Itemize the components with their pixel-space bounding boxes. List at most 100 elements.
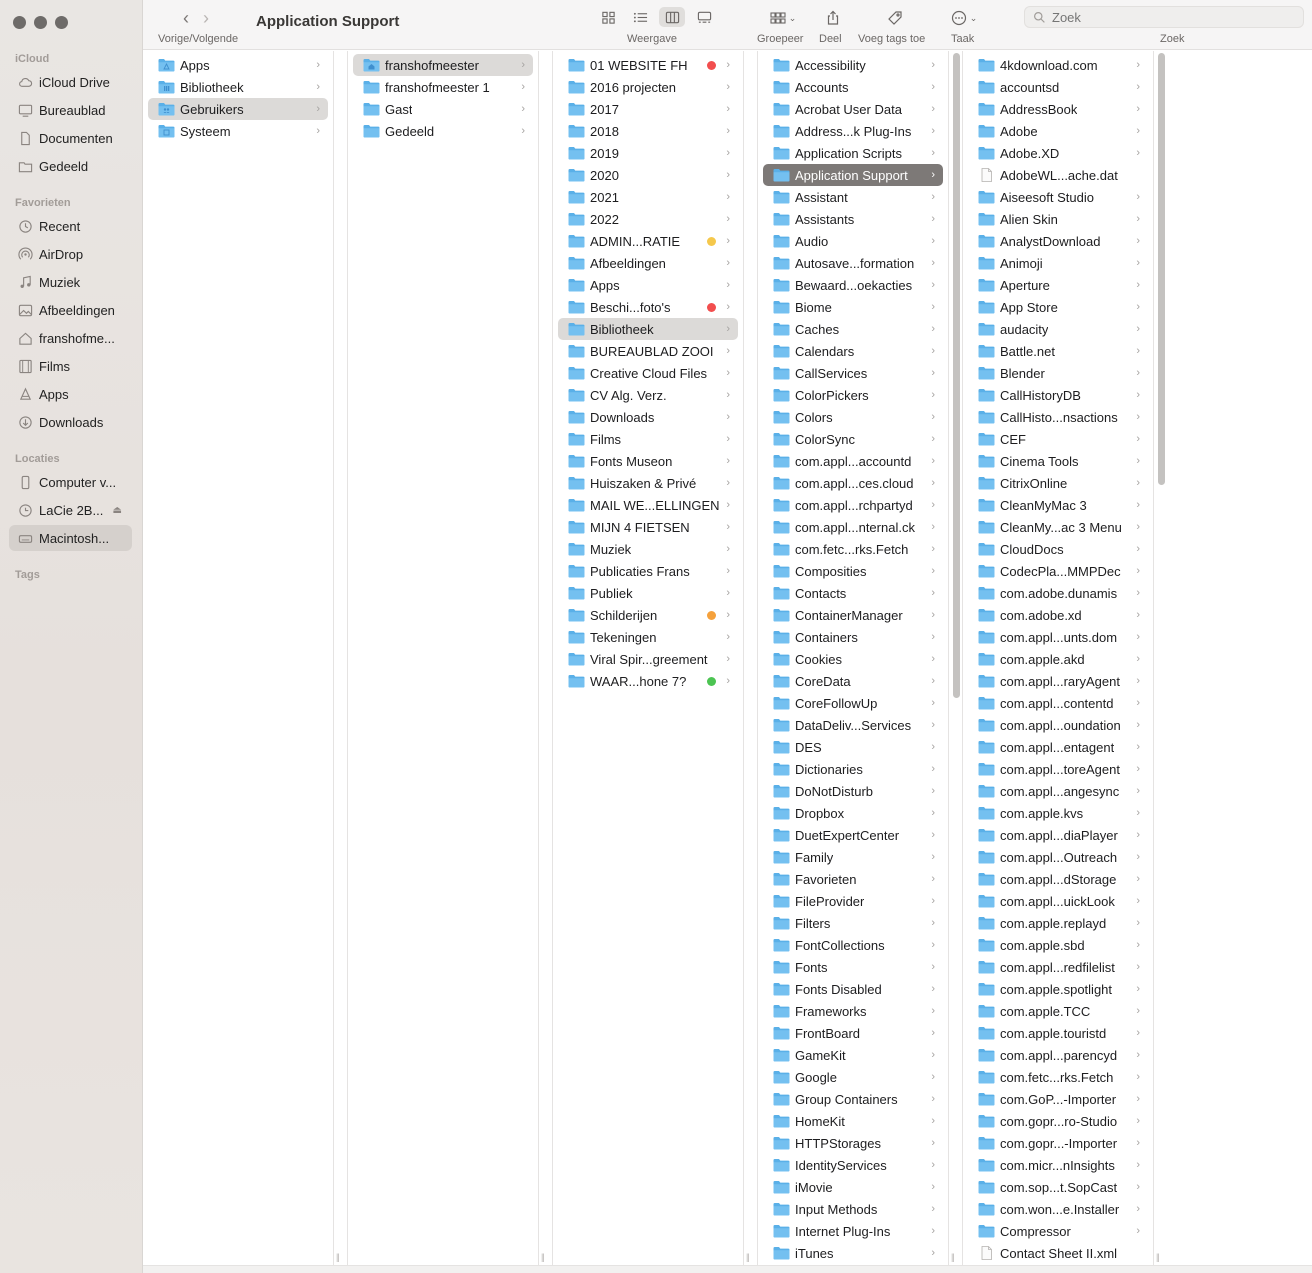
folder-item[interactable]: Assistant › [763, 186, 943, 208]
folder-item[interactable]: 2016 projecten › [558, 76, 738, 98]
folder-item[interactable]: com.apple.touristd › [968, 1022, 1148, 1044]
folder-item[interactable]: CallHistoryDB › [968, 384, 1148, 406]
folder-item[interactable]: com.appl...angesync › [968, 780, 1148, 802]
folder-item[interactable]: CleanMyMac 3 › [968, 494, 1148, 516]
folder-item[interactable]: Calendars › [763, 340, 943, 362]
folder-item[interactable]: Films › [558, 428, 738, 450]
folder-item[interactable]: iMovie › [763, 1176, 943, 1198]
folder-item[interactable]: Family › [763, 846, 943, 868]
icon-view-button[interactable] [595, 7, 621, 27]
folder-item[interactable]: 2019 › [558, 142, 738, 164]
folder-item[interactable]: Audio › [763, 230, 943, 252]
folder-item[interactable]: Apps › [148, 54, 328, 76]
folder-item[interactable]: Aiseesoft Studio › [968, 186, 1148, 208]
folder-item[interactable]: audacity › [968, 318, 1148, 340]
folder-item[interactable]: com.appl...diaPlayer › [968, 824, 1148, 846]
sidebar-item[interactable]: Apps [9, 381, 132, 407]
folder-item[interactable]: com.appl...contentd › [968, 692, 1148, 714]
folder-item[interactable]: Application Support › [763, 164, 943, 186]
folder-item[interactable]: Group Containers › [763, 1088, 943, 1110]
folder-item[interactable]: Creative Cloud Files › [558, 362, 738, 384]
sidebar-item[interactable]: iCloud Drive [9, 69, 132, 95]
scrollbar-application-support[interactable] [1158, 53, 1165, 485]
folder-item[interactable]: Afbeeldingen › [558, 252, 738, 274]
folder-item[interactable]: Google › [763, 1066, 943, 1088]
folder-item[interactable]: com.sop...t.SopCast › [968, 1176, 1148, 1198]
folder-item[interactable]: Battle.net › [968, 340, 1148, 362]
folder-item[interactable]: com.apple.spotlight › [968, 978, 1148, 1000]
folder-item[interactable]: CoreFollowUp › [763, 692, 943, 714]
folder-item[interactable]: Fonts › [763, 956, 943, 978]
folder-item[interactable]: Blender › [968, 362, 1148, 384]
folder-item[interactable]: FileProvider › [763, 890, 943, 912]
folder-item[interactable]: AddressBook › [968, 98, 1148, 120]
folder-item[interactable]: com.apple.akd › [968, 648, 1148, 670]
sidebar-item[interactable]: Recent [9, 213, 132, 239]
folder-item[interactable]: Accessibility › [763, 54, 943, 76]
folder-item[interactable]: Bibliotheek › [148, 76, 328, 98]
folder-item[interactable]: 2018 › [558, 120, 738, 142]
folder-item[interactable]: com.apple.kvs › [968, 802, 1148, 824]
folder-item[interactable]: CodecPla...MMPDec › [968, 560, 1148, 582]
sidebar-item[interactable]: AirDrop [9, 241, 132, 267]
list-view-button[interactable] [627, 7, 653, 27]
folder-item[interactable]: Input Methods › [763, 1198, 943, 1220]
folder-item[interactable]: DES › [763, 736, 943, 758]
horizontal-scrollbar[interactable] [143, 1265, 1312, 1273]
eject-icon[interactable]: ⏏ [113, 505, 122, 516]
folder-item[interactable]: Adobe › [968, 120, 1148, 142]
folder-item[interactable]: DoNotDisturb › [763, 780, 943, 802]
folder-item[interactable]: com.appl...ces.cloud › [763, 472, 943, 494]
folder-item[interactable]: Accounts › [763, 76, 943, 98]
folder-item[interactable]: com.GoP...-Importer › [968, 1088, 1148, 1110]
folder-item[interactable]: com.appl...oundation › [968, 714, 1148, 736]
folder-item[interactable]: HTTPStorages › [763, 1132, 943, 1154]
folder-item[interactable]: Acrobat User Data › [763, 98, 943, 120]
folder-item[interactable]: Bewaard...oekacties › [763, 274, 943, 296]
folder-item[interactable]: 2020 › [558, 164, 738, 186]
scrollbar-library[interactable] [953, 53, 960, 698]
folder-item[interactable]: com.appl...nternal.ck › [763, 516, 943, 538]
folder-item[interactable]: Composities › [763, 560, 943, 582]
minimize-button[interactable] [34, 16, 47, 29]
tag-button[interactable] [885, 7, 905, 29]
folder-item[interactable]: 2022 › [558, 208, 738, 230]
folder-item[interactable]: com.appl...Outreach › [968, 846, 1148, 868]
sidebar-item[interactable]: Bureaublad [9, 97, 132, 123]
folder-item[interactable]: com.appl...raryAgent › [968, 670, 1148, 692]
folder-item[interactable]: CallServices › [763, 362, 943, 384]
folder-item[interactable]: com.appl...uickLook › [968, 890, 1148, 912]
folder-item[interactable]: CloudDocs › [968, 538, 1148, 560]
folder-item[interactable]: Filters › [763, 912, 943, 934]
folder-item[interactable]: franshofmeester › [353, 54, 533, 76]
folder-item[interactable]: com.adobe.xd › [968, 604, 1148, 626]
folder-item[interactable]: BUREAUBLAD ZOOI › [558, 340, 738, 362]
folder-item[interactable]: com.fetc...rks.Fetch › [763, 538, 943, 560]
folder-item[interactable]: Aperture › [968, 274, 1148, 296]
folder-item[interactable]: Bibliotheek › [558, 318, 738, 340]
folder-item[interactable]: Beschi...foto's › [558, 296, 738, 318]
sidebar-section-title[interactable]: iCloud [15, 53, 49, 65]
folder-item[interactable]: CEF › [968, 428, 1148, 450]
sidebar-item[interactable]: Gedeeld [9, 153, 132, 179]
folder-item[interactable]: HomeKit › [763, 1110, 943, 1132]
sidebar-item[interactable]: Muziek [9, 269, 132, 295]
folder-item[interactable]: franshofmeester 1 › [353, 76, 533, 98]
folder-item[interactable]: Muziek › [558, 538, 738, 560]
folder-item[interactable]: Assistants › [763, 208, 943, 230]
folder-item[interactable]: com.appl...accountd › [763, 450, 943, 472]
share-button[interactable] [823, 7, 843, 29]
gallery-view-button[interactable] [691, 7, 717, 27]
folder-item[interactable]: DataDeliv...Services › [763, 714, 943, 736]
folder-item[interactable]: CleanMy...ac 3 Menu › [968, 516, 1148, 538]
folder-item[interactable]: Viral Spir...greement › [558, 648, 738, 670]
folder-item[interactable]: Adobe.XD › [968, 142, 1148, 164]
folder-item[interactable]: Huiszaken & Privé › [558, 472, 738, 494]
folder-item[interactable]: ContainerManager › [763, 604, 943, 626]
folder-item[interactable]: accountsd › [968, 76, 1148, 98]
folder-item[interactable]: Cinema Tools › [968, 450, 1148, 472]
sidebar-item[interactable]: Afbeeldingen [9, 297, 132, 323]
close-button[interactable] [13, 16, 26, 29]
folder-item[interactable]: App Store › [968, 296, 1148, 318]
folder-item[interactable]: com.appl...entagent › [968, 736, 1148, 758]
